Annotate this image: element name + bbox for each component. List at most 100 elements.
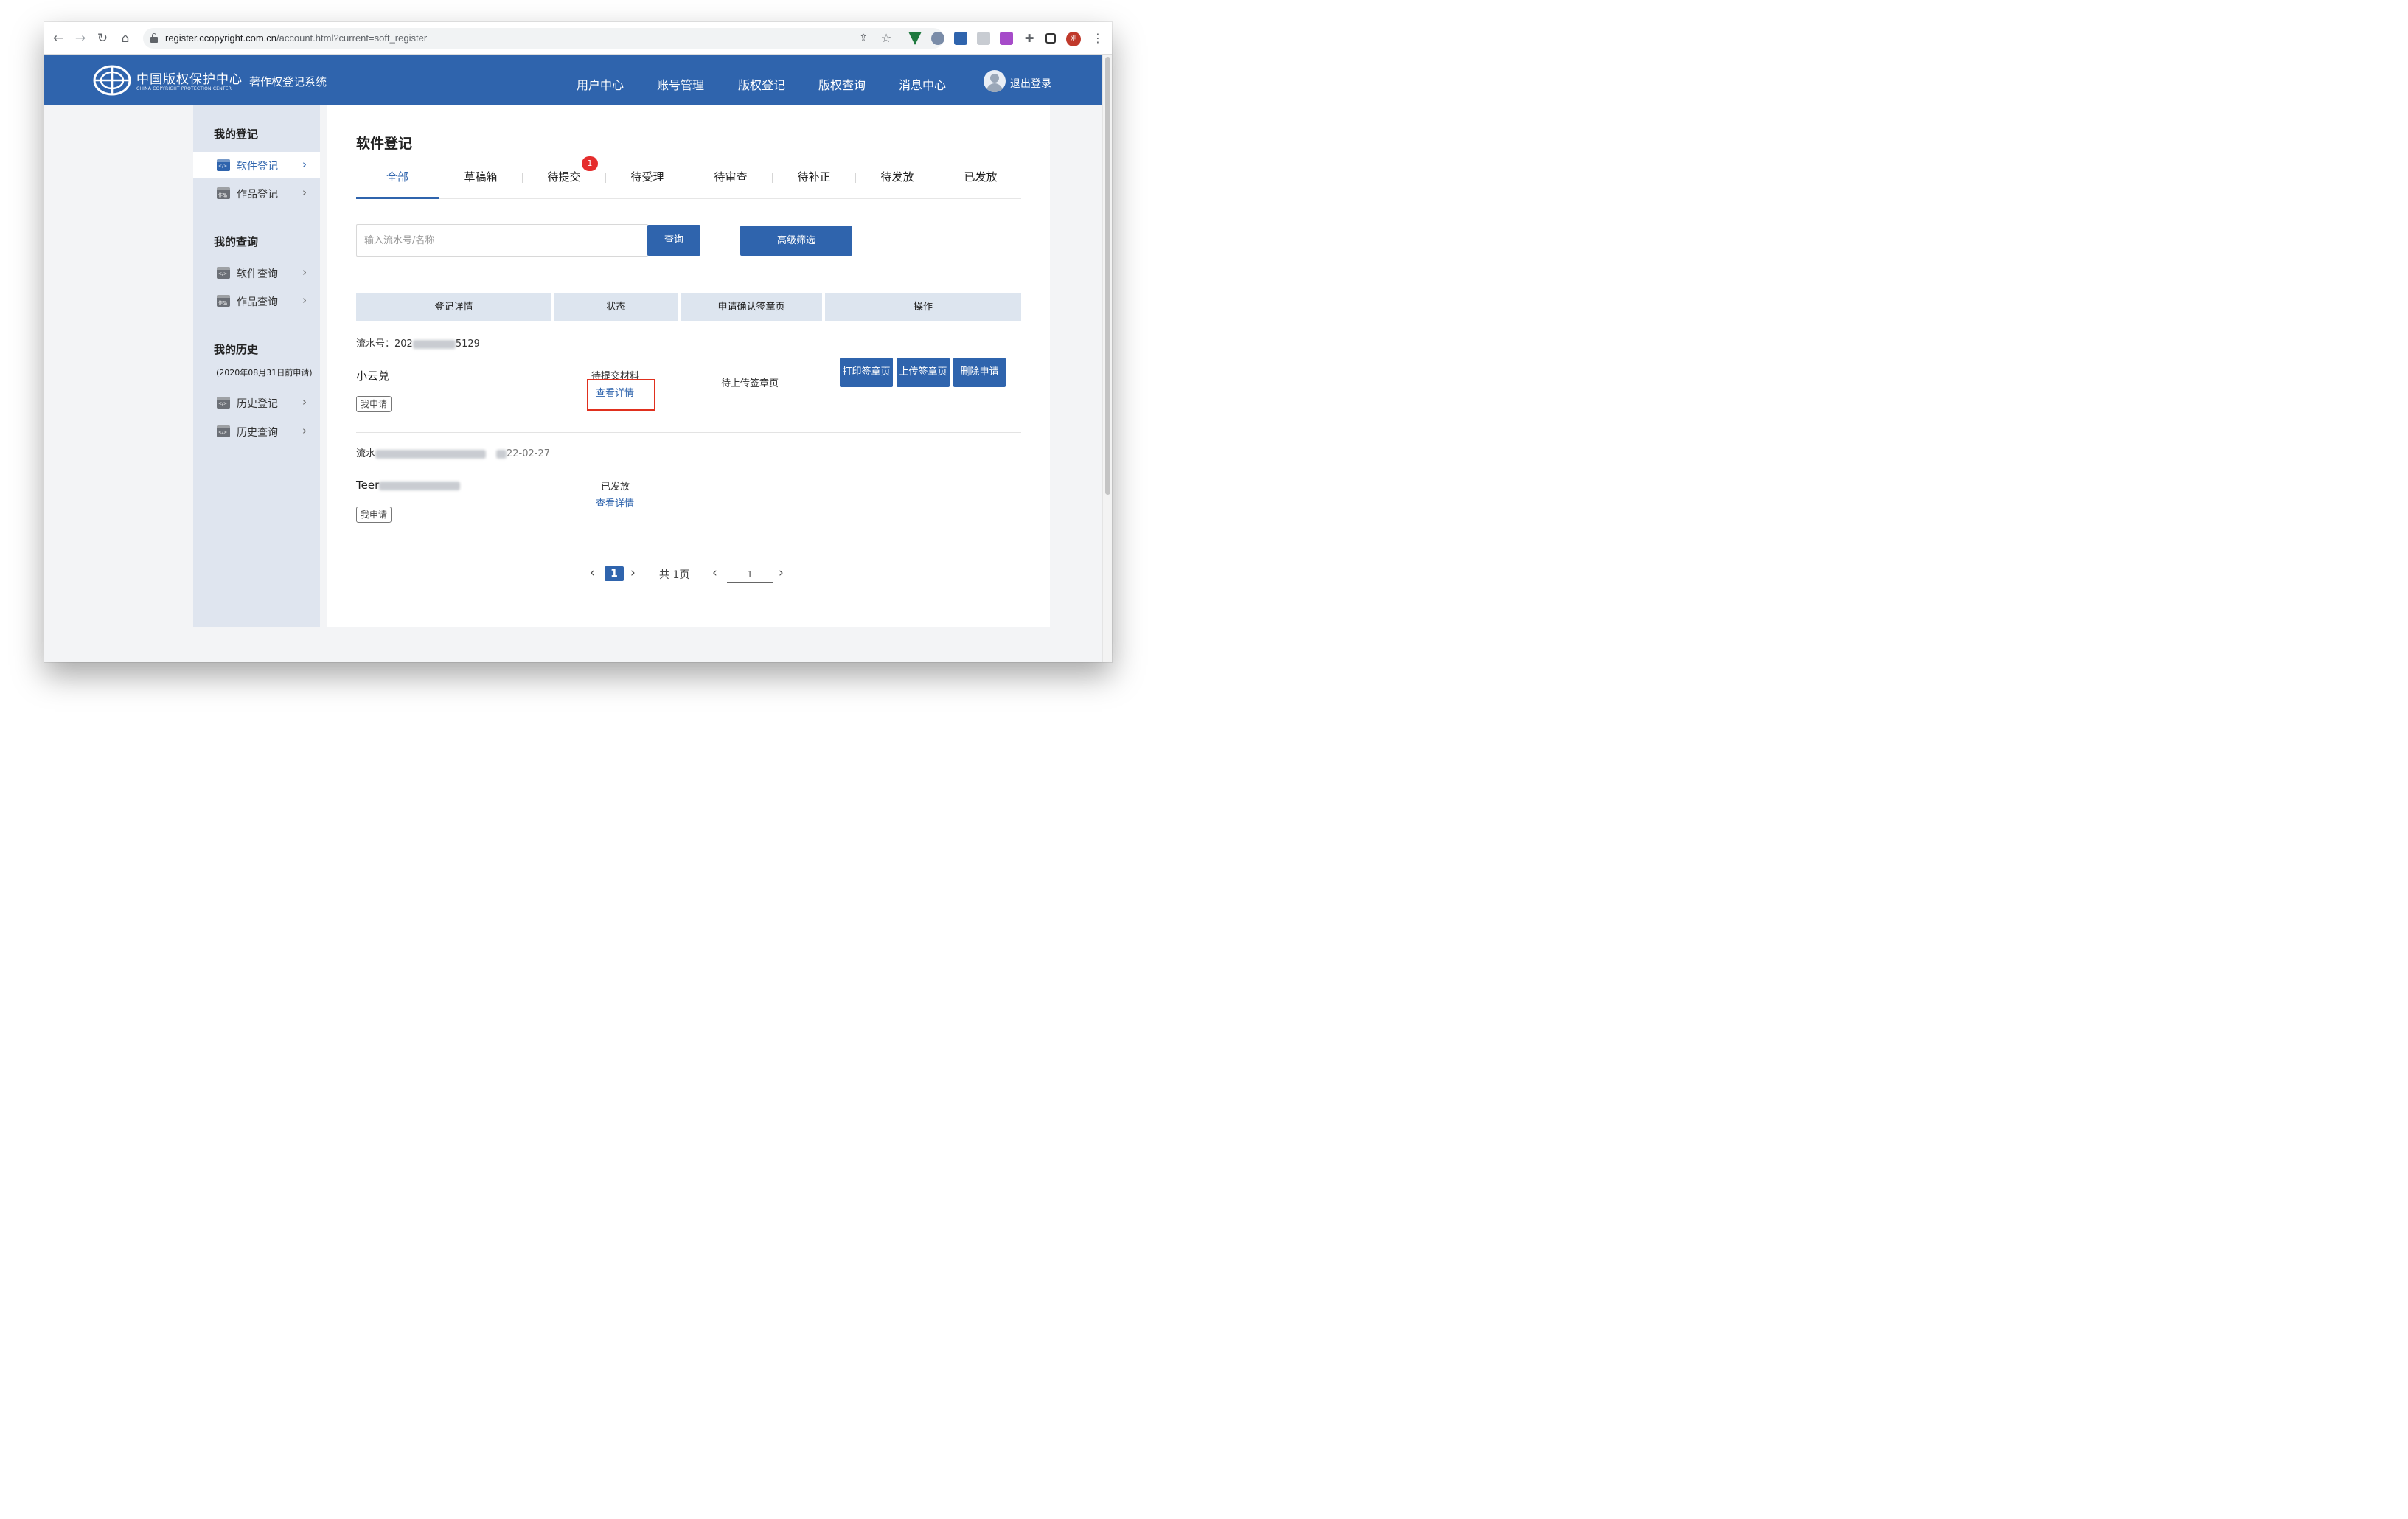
- chevron-right-icon: ›: [302, 424, 307, 437]
- page-scrollbar[interactable]: [1102, 55, 1112, 662]
- site-header: 中国版权保护中心 CHINA COPYRIGHT PROTECTION CENT…: [44, 55, 1102, 105]
- sign-page-status: 待上传签章页: [721, 378, 779, 389]
- delete-application-button[interactable]: 删除申请: [953, 358, 1006, 387]
- record-name: 小云兑: [356, 369, 390, 383]
- extension-card-icon[interactable]: [977, 32, 990, 45]
- sidebar-item-label: 软件登记: [237, 161, 278, 173]
- tab-issued[interactable]: 已发放: [939, 161, 1022, 199]
- sidebar-item-work-query[interactable]: 作品 作品查询 ›: [193, 288, 320, 314]
- record-serial-number: 流水 22-02-27: [356, 448, 551, 459]
- chevron-right-icon: ›: [302, 293, 307, 307]
- chevron-right-icon: ›: [302, 265, 307, 279]
- browser-window: ← → ↻ ⌂ register.ccopyright.com.cn/accou…: [44, 22, 1112, 662]
- logo-english-name: CHINA COPYRIGHT PROTECTION CENTER: [136, 86, 232, 91]
- row-divider: [356, 432, 1021, 433]
- record-status: 已发放: [601, 482, 630, 493]
- address-bar[interactable]: register.ccopyright.com.cn/account.html?…: [143, 28, 944, 49]
- goto-page-input[interactable]: [727, 566, 773, 583]
- extensions-puzzle-icon[interactable]: ✚: [1021, 30, 1037, 46]
- column-header-sign-page: 申请确认签章页: [681, 293, 822, 321]
- tab-pending-accept[interactable]: 待受理: [606, 161, 689, 199]
- tab-all[interactable]: 全部: [356, 161, 439, 199]
- goto-prev-chevron-icon[interactable]: ‹: [712, 566, 717, 580]
- highlight-annotation-box: [587, 379, 655, 411]
- goto-next-chevron-icon[interactable]: ›: [779, 566, 784, 580]
- nav-copyright-query[interactable]: 版权查询: [818, 75, 866, 93]
- code-file-icon: </>: [217, 425, 230, 437]
- sidebar-group-my-register: 我的登记: [214, 128, 259, 141]
- redacted-text: [375, 449, 487, 459]
- nav-message-center[interactable]: 消息中心: [899, 75, 946, 93]
- total-pages-text: 共 1页: [659, 569, 690, 581]
- code-file-icon: </>: [217, 159, 230, 171]
- forward-arrow-icon[interactable]: →: [72, 30, 88, 46]
- extension-window-icon[interactable]: [954, 32, 967, 45]
- applicant-tag: 我申请: [356, 507, 392, 523]
- sidebar-item-soft-query[interactable]: </> 软件查询 ›: [193, 260, 320, 286]
- back-arrow-icon[interactable]: ←: [50, 30, 66, 46]
- bookmark-star-icon[interactable]: ☆: [878, 30, 894, 46]
- browser-menu-icon[interactable]: ⋮: [1090, 30, 1106, 46]
- upload-sign-page-button[interactable]: 上传签章页: [897, 358, 950, 387]
- sidebar-group-my-query: 我的查询: [214, 235, 259, 248]
- search-input[interactable]: [356, 224, 648, 257]
- tab-pending-correction[interactable]: 待补正: [773, 161, 855, 199]
- nav-account-management[interactable]: 账号管理: [657, 75, 704, 93]
- code-file-icon: </>: [217, 397, 230, 409]
- browser-toolbar: ← → ↻ ⌂ register.ccopyright.com.cn/accou…: [44, 22, 1112, 55]
- sidebar-item-work-register[interactable]: 作品 作品登记 ›: [193, 180, 320, 206]
- column-header-details: 登记详情: [356, 293, 551, 321]
- current-page-number[interactable]: 1: [605, 566, 624, 581]
- user-avatar-icon[interactable]: [984, 70, 1006, 92]
- redacted-text: [412, 339, 456, 349]
- prev-page-chevron-icon[interactable]: ‹: [590, 566, 595, 580]
- share-icon[interactable]: ⇪: [855, 30, 871, 46]
- tab-drafts[interactable]: 草稿箱: [439, 161, 522, 199]
- sidebar-item-history-register[interactable]: </> 历史登记 ›: [193, 389, 320, 416]
- main-panel: 软件登记 全部 草稿箱 待提交 1 待受理 待审查 待补正 待发放 已发放 查询…: [327, 105, 1050, 627]
- tab-pending-issue[interactable]: 待发放: [856, 161, 939, 199]
- work-file-icon: 作品: [217, 187, 230, 199]
- logout-link[interactable]: 退出登录: [1010, 76, 1051, 91]
- view-details-link[interactable]: 查看详情: [596, 496, 634, 510]
- nav-user-center[interactable]: 用户中心: [577, 75, 624, 93]
- code-file-icon: </>: [217, 267, 230, 279]
- nav-copyright-register[interactable]: 版权登记: [738, 75, 785, 93]
- sidebar-history-note: (2020年08月31日前申请): [216, 368, 313, 378]
- work-file-icon: 作品: [217, 295, 230, 307]
- record-serial-number: 流水号：202 5129: [356, 338, 480, 350]
- column-header-actions: 操作: [825, 293, 1021, 321]
- advanced-filter-button[interactable]: 高级筛选: [740, 226, 852, 256]
- profile-avatar[interactable]: 刚: [1066, 32, 1081, 46]
- reload-icon[interactable]: ↻: [94, 30, 111, 46]
- tab-pending-review[interactable]: 待审查: [689, 161, 772, 199]
- applicant-tag: 我申请: [356, 396, 392, 412]
- home-icon[interactable]: ⌂: [117, 30, 133, 46]
- print-sign-page-button[interactable]: 打印签章页: [840, 358, 893, 387]
- column-header-status: 状态: [554, 293, 678, 321]
- redacted-text: [379, 481, 461, 490]
- sidebar-item-history-query[interactable]: </> 历史查询 ›: [193, 418, 320, 445]
- sidebar-item-soft-register[interactable]: </> 软件登记 ›: [193, 152, 320, 178]
- page-title: 软件登记: [356, 136, 413, 152]
- pending-count-badge: 1: [582, 156, 598, 171]
- sidebar-group-my-history: 我的历史: [214, 343, 259, 356]
- extension-check-icon[interactable]: [1000, 32, 1013, 45]
- redacted-text: [496, 449, 507, 459]
- sidebar-item-label: 作品查询: [237, 296, 278, 308]
- extension-globe-icon[interactable]: [931, 32, 944, 45]
- search-button[interactable]: 查询: [647, 225, 700, 256]
- sidebar-item-label: 软件查询: [237, 268, 278, 280]
- copyright-center-logo[interactable]: [93, 65, 131, 96]
- url-text: register.ccopyright.com.cn/account.html?…: [165, 32, 427, 44]
- chevron-right-icon: ›: [302, 186, 307, 199]
- sidebar: 我的登记 </> 软件登记 › 作品 作品登记 › 我的查询 </> 软件查询 …: [193, 105, 320, 627]
- lock-icon: [150, 33, 158, 43]
- chevron-right-icon: ›: [302, 395, 307, 409]
- side-panel-icon[interactable]: [1045, 33, 1056, 44]
- next-page-chevron-icon[interactable]: ›: [630, 566, 636, 580]
- scrollbar-thumb[interactable]: [1105, 57, 1110, 495]
- sidebar-item-label: 历史登记: [237, 398, 278, 410]
- system-name: 著作权登记系统: [249, 75, 327, 88]
- logo-chinese-name: 中国版权保护中心: [136, 72, 243, 87]
